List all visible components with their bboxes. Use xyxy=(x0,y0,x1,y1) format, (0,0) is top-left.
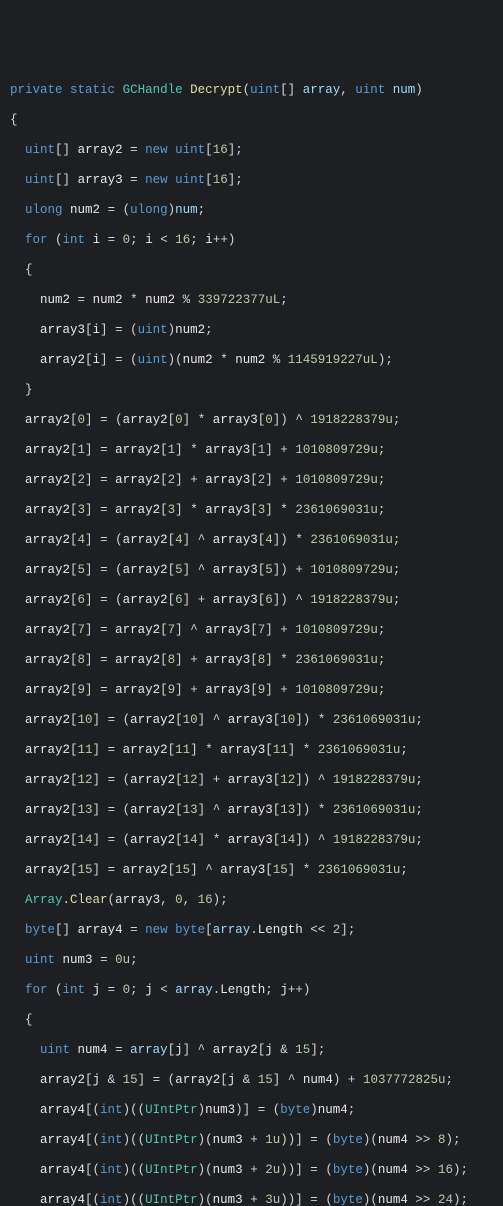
decl-array3: uint[] array3 = new uint[16]; xyxy=(10,173,493,188)
method-signature: private static GCHandle Decrypt(uint[] a… xyxy=(10,83,493,98)
keyword-static: static xyxy=(70,83,115,97)
decl-array2: uint[] array2 = new uint[16]; xyxy=(10,143,493,158)
array4-num3-2: array4[(int)((UIntPtr)(num3 + 2u))] = (b… xyxy=(10,1163,493,1178)
array2-j-assign: array2[j & 15] = (array2[j & 15] ^ num4)… xyxy=(10,1073,493,1088)
array2-6: array2[6] = (array2[6] + array3[6]) ^ 19… xyxy=(10,593,493,608)
array-clear: Array.Clear(array3, 0, 16); xyxy=(10,893,493,908)
array4-num3-0: array4[(int)((UIntPtr)num3)] = (byte)num… xyxy=(10,1103,493,1118)
array2-8: array2[8] = array2[8] + array3[8] * 2361… xyxy=(10,653,493,668)
keyword-private: private xyxy=(10,83,63,97)
brace-open-2: { xyxy=(10,263,493,278)
array2-15: array2[15] = array2[15] ^ array3[15] * 2… xyxy=(10,863,493,878)
brace-close-2: } xyxy=(10,383,493,398)
decl-num2: ulong num2 = (ulong)num; xyxy=(10,203,493,218)
array2-7: array2[7] = array2[7] ^ array3[7] + 1010… xyxy=(10,623,493,638)
array4-num3-3: array4[(int)((UIntPtr)(num3 + 3u))] = (b… xyxy=(10,1193,493,1206)
num2-assign: num2 = num2 * num2 % 339722377uL; xyxy=(10,293,493,308)
array2-11: array2[11] = array2[11] * array3[11] * 2… xyxy=(10,743,493,758)
type-gchandle: GCHandle xyxy=(123,83,183,97)
decl-num3: uint num3 = 0u; xyxy=(10,953,493,968)
array2-13: array2[13] = (array2[13] ^ array3[13]) *… xyxy=(10,803,493,818)
array3-i-assign: array3[i] = (uint)num2; xyxy=(10,323,493,338)
for-loop-2: for (int j = 0; j < array.Length; j++) xyxy=(10,983,493,998)
array2-2: array2[2] = array2[2] + array3[2] + 1010… xyxy=(10,473,493,488)
array2-5: array2[5] = (array2[5] ^ array3[5]) + 10… xyxy=(10,563,493,578)
array2-12: array2[12] = (array2[12] + array3[12]) ^… xyxy=(10,773,493,788)
array2-i-assign: array2[i] = (uint)(num2 * num2 % 1145919… xyxy=(10,353,493,368)
code-block: private static GCHandle Decrypt(uint[] a… xyxy=(10,68,493,1206)
array2-9: array2[9] = array2[9] + array3[9] + 1010… xyxy=(10,683,493,698)
array2-10: array2[10] = (array2[10] ^ array3[10]) *… xyxy=(10,713,493,728)
for-loop-1: for (int i = 0; i < 16; i++) xyxy=(10,233,493,248)
array4-num3-1: array4[(int)((UIntPtr)(num3 + 1u))] = (b… xyxy=(10,1133,493,1148)
decl-num4: uint num4 = array[j] ^ array2[j & 15]; xyxy=(10,1043,493,1058)
brace-open-3: { xyxy=(10,1013,493,1028)
array2-3: array2[3] = array2[3] * array3[3] * 2361… xyxy=(10,503,493,518)
method-name: Decrypt xyxy=(190,83,243,97)
brace-open: { xyxy=(10,113,493,128)
decl-array4: byte[] array4 = new byte[array.Length <<… xyxy=(10,923,493,938)
array2-14: array2[14] = (array2[14] * array3[14]) ^… xyxy=(10,833,493,848)
array2-1: array2[1] = array2[1] * array3[1] + 1010… xyxy=(10,443,493,458)
array2-4: array2[4] = (array2[4] ^ array3[4]) * 23… xyxy=(10,533,493,548)
array2-0: array2[0] = (array2[0] * array3[0]) ^ 19… xyxy=(10,413,493,428)
